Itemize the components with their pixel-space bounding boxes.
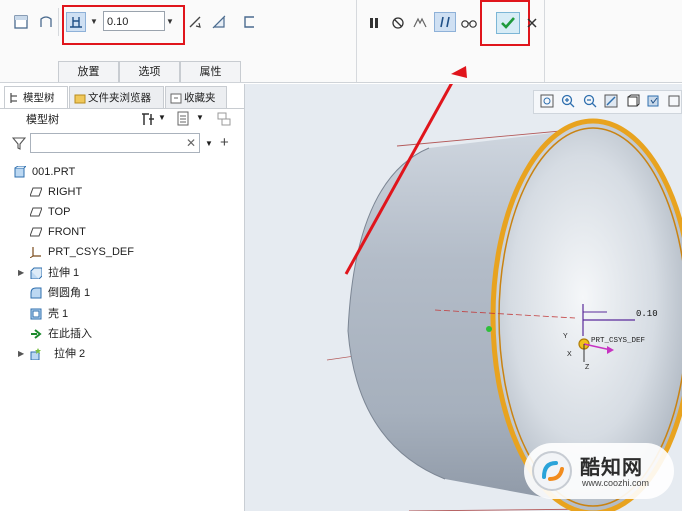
datum-plane-icon — [30, 227, 42, 237]
filter-funnel-icon[interactable] — [11, 136, 27, 150]
show-dropdown-icon[interactable]: ▼ — [196, 113, 204, 122]
tree-item-label: PRT_CSYS_DEF — [48, 246, 134, 258]
show-options-icon[interactable] — [176, 111, 190, 127]
flip-direction-icon[interactable] — [186, 13, 204, 31]
tree-item-label: RIGHT — [48, 186, 83, 198]
depth-highlight-box — [62, 5, 185, 45]
watermark-badge: 酷知网 www.coozhi.com — [524, 443, 674, 499]
cancel-close-icon[interactable] — [523, 14, 541, 32]
edge-pick-point — [486, 326, 492, 332]
model-tree-header: 模型树 — [26, 114, 59, 126]
no-preview-icon[interactable] — [389, 14, 407, 32]
graphics-window[interactable]: 0.10 PRT_CSYS_DEF Y X Z 酷知网 www.coozhi.c… — [245, 84, 682, 511]
tree-item-label: 在此插入 — [48, 328, 92, 340]
solid-icon[interactable] — [12, 13, 30, 31]
round-icon — [30, 287, 42, 299]
extrude-dashboard: ▼ 0.10 ▼ 放置 选项 属性 — [0, 0, 682, 83]
panel-tab-divider — [0, 108, 244, 109]
pause-icon[interactable] — [365, 14, 383, 32]
part-icon — [14, 166, 26, 178]
expand-arrow-icon[interactable]: ▶ — [18, 344, 24, 364]
tab-model-tree[interactable]: 模型树 — [4, 86, 68, 108]
glasses-preview-icon[interactable] — [460, 14, 478, 32]
tab-favorites[interactable]: 收藏夹 — [165, 86, 227, 108]
csys-z-label: Z — [585, 364, 590, 371]
tab-model-tree-label: 模型树 — [23, 92, 55, 104]
search-options-dropdown-icon[interactable]: ▼ — [205, 139, 213, 148]
tab-placement[interactable]: 放置 — [58, 61, 119, 82]
csys-icon — [30, 247, 41, 258]
csys-name-label: PRT_CSYS_DEF — [591, 337, 645, 345]
model-tree-panel: 模型树 文件夹浏览器 收藏夹 模型树 ▼ ▼ ✕ ▼ + 001.PRT RIG… — [0, 84, 245, 511]
verify-preview-icon[interactable] — [434, 12, 456, 32]
clear-search-icon[interactable]: ✕ — [186, 136, 196, 150]
tree-item-label: TOP — [48, 206, 71, 218]
tree-item-label: 拉伸 2 — [54, 348, 86, 360]
csys-x-label: X — [567, 351, 572, 358]
tree-settings-icon[interactable] — [140, 111, 156, 127]
remove-material-icon[interactable] — [210, 13, 228, 31]
tree-item-label: FRONT — [48, 226, 86, 238]
shell-icon — [30, 308, 42, 320]
surface-icon[interactable] — [37, 13, 55, 31]
tab-favorites-label: 收藏夹 — [184, 92, 216, 104]
tab-properties[interactable]: 属性 — [180, 61, 241, 82]
watermark-brand: 酷知网 — [580, 457, 643, 479]
expand-arrow-icon[interactable]: ▶ — [18, 263, 24, 283]
datum-plane-icon — [30, 207, 42, 217]
insert-arrow-icon — [31, 329, 42, 339]
toolbar-separator — [58, 8, 59, 36]
coozhi-logo-icon — [532, 451, 572, 491]
tree-item-label: 拉伸 1 — [48, 267, 80, 279]
datum-plane-icon — [30, 187, 42, 197]
add-filter-icon[interactable]: + — [220, 134, 229, 151]
watermark-url: www.coozhi.com — [582, 478, 650, 488]
attached-preview-icon[interactable] — [411, 14, 429, 32]
tree-filter-settings-icon[interactable] — [216, 111, 232, 127]
tab-options[interactable]: 选项 — [119, 61, 180, 82]
tab-folder-browser-label: 文件夹浏览器 — [88, 92, 151, 104]
thicken-sketch-icon[interactable] — [240, 13, 258, 31]
depth-dimension-text: 0.10 — [636, 309, 658, 319]
dashboard-separator-right — [544, 0, 545, 82]
tree-item-label: 倒圆角 1 — [48, 287, 91, 299]
dashboard-separator — [356, 0, 357, 82]
extrude-icon — [30, 267, 42, 279]
extrude-new-icon — [30, 348, 41, 360]
tree-search-input[interactable] — [30, 133, 200, 153]
tree-item-label: 001.PRT — [32, 166, 76, 178]
tree-settings-dropdown-icon[interactable]: ▼ — [158, 113, 166, 122]
tree-item-label: 壳 1 — [48, 308, 69, 320]
tab-folder-browser[interactable]: 文件夹浏览器 — [69, 86, 164, 108]
csys-y-label: Y — [563, 333, 568, 340]
